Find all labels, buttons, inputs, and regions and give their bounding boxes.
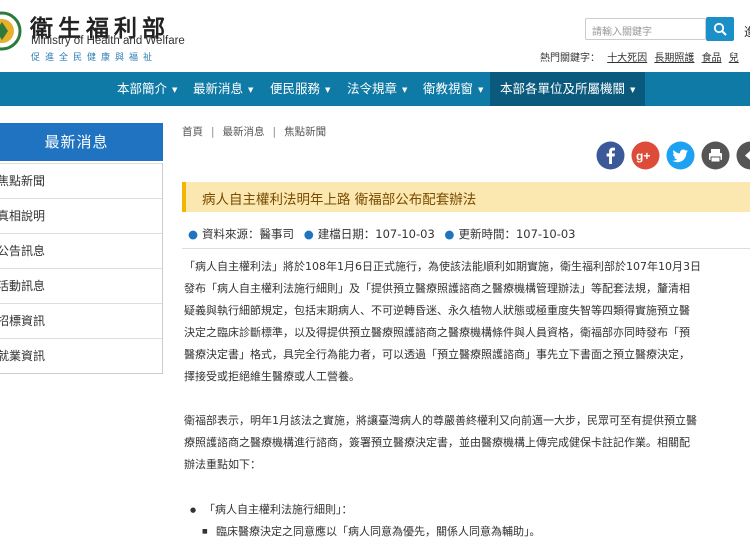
hot-keyword-link[interactable]: 食品 [702,53,722,64]
bullet-dot-icon: ● [444,227,454,241]
nav-item-label: 最新消息 [193,81,243,96]
sidebar-item-focus-news[interactable]: 焦點新聞 [0,163,162,198]
article-paragraph-2: 衛福部表示，明年1月該法之實施，將讓臺灣病人的尊嚴善終權利又向前邁一大步，民眾可… [184,410,750,476]
nav-item-label: 便民服務 [270,81,320,96]
article-created-date: 建檔日期：107-10-03 [318,227,435,241]
search-icon [713,22,727,36]
hot-keywords-label: 熱門關鍵字： [540,53,600,64]
sidebar-title: 最新消息 [0,123,163,161]
nav-item-label: 法令規章 [347,81,397,96]
search-input[interactable]: 請輸入關鍵字 [585,18,706,40]
header-link-partial[interactable]: 進 [744,23,750,40]
site-title-english[interactable]: Ministry of Health and Welfare [31,35,185,47]
site-slogan: 促進全民健康與福祉 [31,50,157,63]
hot-keyword-link[interactable]: 長期照護 [654,53,694,64]
breadcrumb-current[interactable]: 焦點新聞 [284,126,326,138]
svg-text:g+: g+ [636,149,650,163]
article-bullet-list: 「病人自主權利法施行細則」： 臨床醫療決定之同意應以「病人同意為優先，關係人同意… [190,499,541,543]
nav-item-label: 本部簡介 [117,81,167,96]
google-plus-icon: g+ [631,141,660,170]
list-item: 臨床醫療決定之同意應以「病人同意為優先，關係人同意為輔助」。 [190,521,541,543]
caret-down-icon: ▼ [248,86,253,94]
twitter-share-button[interactable] [666,141,695,170]
hot-keywords: 熱門關鍵字： 十大死因 長期照護 食品 兒 [540,49,739,64]
article-updated-date: 更新時間：107-10-03 [458,227,575,241]
caret-down-icon: ▼ [325,86,330,94]
breadcrumb: 首頁 | 最新消息 | 焦點新聞 [182,124,326,139]
paragraph-line: 辦法重點如下： [184,454,750,476]
search-button[interactable] [706,17,734,41]
facebook-share-button[interactable] [596,141,625,170]
paragraph-line: 療照護諮商之醫療機構進行諮商，簽署預立醫療決定書，並由醫療機構上傳完成健保卡註記… [184,432,750,454]
nav-item-agencies[interactable]: 本部各單位及所屬機關 ▼ [490,72,645,106]
sidebar-item-clarifications[interactable]: 真相說明 [0,198,162,233]
site-header: 衛生福利部 Ministry of Health and Welfare 促進全… [0,0,750,72]
print-icon [701,141,730,170]
nav-item-about[interactable]: 本部簡介 ▼ [117,72,177,106]
share-icon [736,141,750,170]
hot-keyword-link[interactable]: 兒 [729,53,739,64]
sidebar-item-events[interactable]: 活動訊息 [0,268,162,303]
bullet-dot-icon: ● [304,227,314,241]
nav-item-services[interactable]: 便民服務 ▼ [270,72,330,106]
paragraph-line: 擇接受或拒絕維生醫療或人工營養。 [184,366,750,388]
google-plus-share-button[interactable]: g+ [631,141,660,170]
main-nav: 本部簡介 ▼ 最新消息 ▼ 便民服務 ▼ 法令規章 ▼ 衛教視窗 ▼ 本部各單位及所屬機關… [0,72,750,106]
paragraph-line: 「病人自主權利法」將於108年1月6日正式施行，為使該法能順利如期實施，衛生福利… [184,256,750,278]
article-source: 資料來源：醫事司 [202,227,294,241]
paragraph-line: 疑義與執行細節規定，包括末期病人、不可逆轉昏迷、永久植物人狀態或極重度失智等四類… [184,300,750,322]
nav-item-label: 本部各單位及所屬機關 [500,81,625,96]
breadcrumb-news[interactable]: 最新消息 [223,126,265,138]
sidebar-item-jobs[interactable]: 就業資訊 [0,338,162,373]
print-button[interactable] [701,141,730,170]
bullet-dot-icon: ● [188,227,198,241]
facebook-icon [596,141,625,170]
sidebar-item-announcements[interactable]: 公告訊息 [0,233,162,268]
nav-item-news[interactable]: 最新消息 ▼ [193,72,253,106]
caret-down-icon: ▼ [630,86,635,94]
list-item: 「病人自主權利法施行細則」： [190,499,541,521]
hot-keyword-link[interactable]: 十大死因 [607,53,647,64]
share-button[interactable] [736,141,750,170]
sidebar-item-tenders[interactable]: 招標資訊 [0,303,162,338]
breadcrumb-separator: | [211,126,215,138]
article-title: 病人自主權利法明年上路 衛福部公布配套辦法 [202,188,476,208]
breadcrumb-separator: | [273,126,277,138]
caret-down-icon: ▼ [402,86,407,94]
nav-item-regulations[interactable]: 法令規章 ▼ [347,72,407,106]
ministry-logo-icon[interactable] [0,6,22,56]
article-paragraph-1: 「病人自主權利法」將於108年1月6日正式施行，為使該法能順利如期實施，衛生福利… [184,256,750,388]
paragraph-line: 衛福部表示，明年1月該法之實施，將讓臺灣病人的尊嚴善終權利又向前邁一大步，民眾可… [184,410,750,432]
divider [182,248,750,249]
paragraph-line: 醫療決定書」格式，具完全行為能力者，可以透過「預立醫療照護諮商」事先立下書面之預… [184,344,750,366]
paragraph-line: 決定之臨床診斷標準，以及得提供預立醫療照護諮商之醫療機構條件與人員資格，衛福部亦… [184,322,750,344]
twitter-icon [666,141,695,170]
nav-item-label: 衛教視窗 [423,81,473,96]
paragraph-line: 發布「病人自主權利法施行細則」及「提供預立醫療照護諮商之醫療機構管理辦法」等配套… [184,278,750,300]
caret-down-icon: ▼ [478,86,483,94]
breadcrumb-home[interactable]: 首頁 [182,126,203,138]
article-meta: ● 資料來源：醫事司 ● 建檔日期：107-10-03 ● 更新時間：107-10-0… [182,226,575,242]
caret-down-icon: ▼ [172,86,177,94]
nav-item-health-education[interactable]: 衛教視窗 ▼ [423,72,483,106]
article-title-bar: 病人自主權利法明年上路 衛福部公布配套辦法 [182,182,750,212]
sidebar-menu: 焦點新聞 真相說明 公告訊息 活動訊息 招標資訊 就業資訊 [0,163,163,374]
